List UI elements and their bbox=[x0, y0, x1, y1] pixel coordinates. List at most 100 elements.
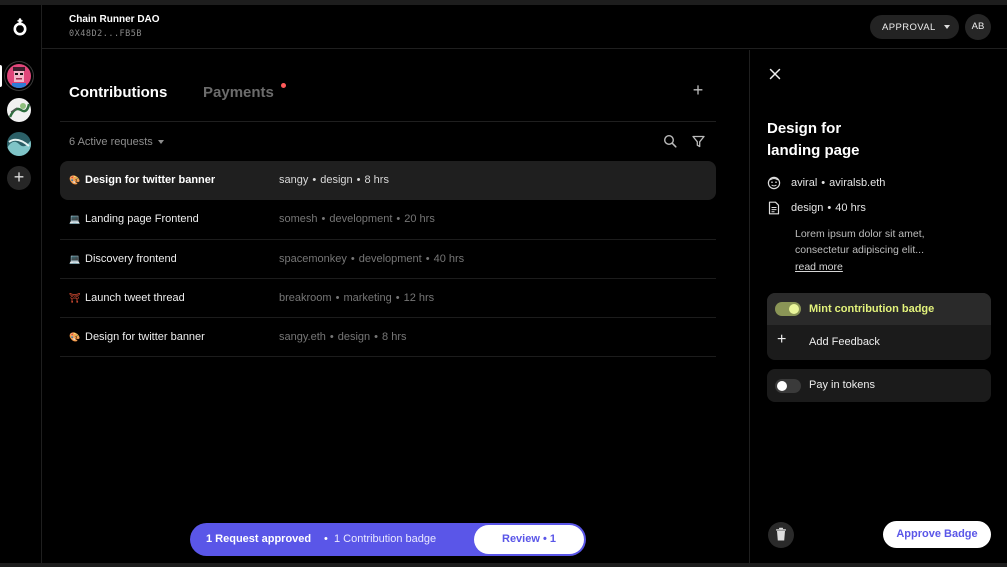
row-category: marketing bbox=[343, 291, 392, 304]
separator-dot: • bbox=[321, 213, 326, 226]
row-hours: 8 hrs bbox=[364, 174, 389, 186]
read-more-link[interactable]: read more bbox=[795, 261, 843, 273]
separator-dot: • bbox=[374, 331, 379, 344]
mint-badge-toggle[interactable] bbox=[775, 302, 801, 316]
separator-dot: • bbox=[335, 291, 340, 304]
separator-dot: • bbox=[356, 174, 361, 186]
row-user: sangy.eth bbox=[279, 331, 326, 344]
row-title: Launch tweet thread bbox=[85, 291, 185, 304]
detail-hours: 40 hrs bbox=[835, 201, 866, 214]
row-category: design bbox=[337, 331, 371, 344]
table-row[interactable]: 🎨 Design for twitter banner sangy • design… bbox=[60, 161, 716, 201]
toggle-knob bbox=[789, 304, 799, 314]
approval-dropdown[interactable]: APPROVAL bbox=[870, 15, 959, 39]
review-button[interactable]: Review • 1 bbox=[474, 525, 584, 554]
category-line: design • 40 hrs bbox=[767, 201, 866, 215]
row-category: development bbox=[329, 213, 393, 226]
row-title: Discovery frontend bbox=[85, 252, 177, 265]
dao-address: 0X48D2...FB5B bbox=[69, 29, 143, 39]
filter-icon[interactable] bbox=[692, 135, 705, 148]
mint-badge-row: Mint contribution badge bbox=[767, 293, 991, 325]
pay-tokens-label: Pay in tokens bbox=[809, 379, 876, 391]
separator-dot: • bbox=[396, 213, 401, 226]
separator-dot: • bbox=[395, 291, 400, 304]
row-hours: 40 hrs bbox=[433, 252, 465, 265]
table-row[interactable]: 💻 Landing page Frontend somesh • developme… bbox=[60, 200, 716, 240]
document-icon bbox=[768, 201, 780, 215]
delete-button[interactable] bbox=[768, 522, 794, 548]
detail-title-line-2: landing page bbox=[767, 142, 860, 159]
add-feedback-button[interactable]: Add Feedback bbox=[809, 336, 880, 348]
contributions-main: Contributions Payments + 6 Active reques… bbox=[42, 50, 749, 563]
row-user: spacemonkey bbox=[279, 252, 347, 265]
active-requests-dropdown[interactable]: 6 Active requests bbox=[69, 136, 164, 148]
tab-contributions[interactable]: Contributions bbox=[69, 84, 167, 101]
row-title: Landing page Frontend bbox=[85, 213, 199, 226]
row-meta: sangy • design • 8 hrs bbox=[279, 174, 389, 186]
active-requests-label: 6 Active requests bbox=[69, 136, 153, 148]
palette-icon: 🎨 bbox=[69, 332, 81, 343]
mint-badge-label: Mint contribution badge bbox=[809, 303, 935, 315]
approval-action-bar: 1 Request approved • 1 Contribution badg… bbox=[190, 523, 586, 556]
separator-dot: • bbox=[827, 201, 832, 214]
search-icon[interactable] bbox=[663, 134, 677, 148]
table-row[interactable]: 🎨 Design for twitter banner sangy.eth • de… bbox=[60, 318, 716, 358]
approval-dropdown-label: APPROVAL bbox=[882, 22, 936, 33]
row-meta: sangy.eth • design • 8 hrs bbox=[279, 331, 407, 343]
detail-category: design bbox=[791, 201, 824, 214]
torii-gate-icon: ⛩ bbox=[69, 292, 81, 303]
detail-title: Design for landing page bbox=[767, 118, 967, 162]
user-avatar[interactable]: AB bbox=[965, 14, 991, 40]
active-dao-indicator bbox=[0, 65, 2, 87]
dao-avatar-image bbox=[7, 132, 31, 156]
table-row[interactable]: 💻 Discovery frontend spacemonkey • develop… bbox=[60, 240, 716, 279]
row-user: sangy bbox=[279, 174, 309, 186]
separator-dot: • bbox=[821, 176, 826, 189]
top-header: Chain Runner DAO 0X48D2...FB5B APPROVAL … bbox=[42, 5, 1007, 49]
table-row[interactable]: ⛩ Launch tweet thread breakroom • marketin… bbox=[60, 279, 716, 319]
app-logo-icon[interactable] bbox=[11, 18, 29, 36]
row-category: development bbox=[358, 252, 422, 265]
chevron-down-icon bbox=[944, 25, 950, 29]
divider bbox=[60, 121, 716, 122]
dao-avatar-image bbox=[7, 98, 31, 122]
close-icon[interactable] bbox=[769, 68, 781, 80]
badge-options-card: Mint contribution badge + Add Feedback bbox=[767, 293, 991, 360]
row-title: Design for twitter banner bbox=[85, 174, 216, 186]
dao-name: Chain Runner DAO bbox=[69, 14, 160, 25]
add-contribution-button[interactable]: + bbox=[691, 81, 705, 99]
approve-badge-button[interactable]: Approve Badge bbox=[883, 521, 991, 548]
row-meta: breakroom • marketing • 12 hrs bbox=[279, 292, 434, 304]
dao-avatar-chain-runner[interactable] bbox=[7, 64, 31, 88]
row-title: Design for twitter banner bbox=[85, 331, 205, 344]
row-hours: 8 hrs bbox=[382, 331, 407, 344]
row-user: somesh bbox=[279, 213, 318, 226]
payments-notification-dot bbox=[281, 83, 286, 88]
separator-dot: • bbox=[350, 252, 355, 265]
window-bottom-strip bbox=[0, 563, 1007, 567]
dao-avatar-image bbox=[7, 64, 31, 88]
user-face-icon bbox=[767, 176, 781, 190]
add-dao-button[interactable]: + bbox=[7, 166, 31, 190]
contributions-list: 🎨 Design for twitter banner sangy • design… bbox=[60, 161, 716, 358]
dao-avatar-3[interactable] bbox=[7, 132, 31, 156]
row-category: design bbox=[320, 174, 353, 186]
pay-tokens-card: Pay in tokens bbox=[767, 369, 991, 402]
row-meta: somesh • development • 20 hrs bbox=[279, 213, 435, 225]
toggle-knob bbox=[777, 381, 787, 391]
dao-sidebar: + bbox=[0, 5, 42, 563]
contributor-name: aviral bbox=[791, 176, 818, 189]
detail-title-line-1: Design for bbox=[767, 120, 842, 137]
requests-approved-label: 1 Request approved bbox=[206, 533, 312, 545]
dao-avatar-2[interactable] bbox=[7, 98, 31, 122]
contribution-badge-count: 1 Contribution badge bbox=[334, 533, 437, 545]
palette-icon: 🎨 bbox=[69, 175, 81, 185]
pay-tokens-toggle[interactable] bbox=[775, 379, 801, 393]
separator-dot: • bbox=[425, 252, 430, 265]
tab-payments[interactable]: Payments bbox=[203, 84, 274, 101]
detail-description: Lorem ipsum dolor sit amet, consectetur … bbox=[795, 228, 925, 256]
chevron-down-icon bbox=[157, 140, 164, 145]
row-hours: 20 hrs bbox=[404, 213, 435, 226]
contributor-line: aviral • aviralsb.eth bbox=[767, 176, 885, 190]
row-hours: 12 hrs bbox=[403, 291, 435, 304]
